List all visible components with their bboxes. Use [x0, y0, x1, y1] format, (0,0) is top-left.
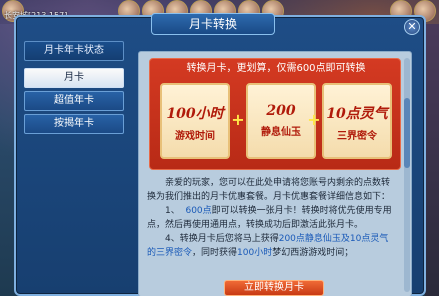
- sidebar-item-month-card[interactable]: 月卡: [24, 68, 124, 88]
- sidebar-item-mortgage-year-card[interactable]: 按揭年卡: [24, 114, 124, 134]
- item-prefix: 1、: [165, 206, 180, 216]
- reward-main: 10点灵气: [326, 106, 388, 122]
- window-title: 月卡转换: [151, 13, 275, 35]
- plus-icon: +: [307, 110, 321, 129]
- promo-banner: 转换月卡，更划算，仅需600点即可转换 100小时 游戏时间 + 200 静息仙…: [149, 58, 401, 170]
- sidebar-header: 月卡年卡状态: [24, 41, 124, 61]
- reward-sub: 静息仙玉: [261, 127, 301, 138]
- month-card-window: 月卡转换 ✕ 月卡年卡状态 月卡 超值年卡 按揭年卡 转换月卡，更划算，仅需60…: [14, 13, 426, 296]
- convert-month-card-button[interactable]: 立即转换月卡: [224, 280, 324, 296]
- description-intro: 亲爱的玩家，您可以在此处申请将您账号内剩余的点数转换为我们推出的月卡优惠套餐。月…: [147, 178, 391, 202]
- reward-sub: 游戏时间: [175, 131, 215, 142]
- reward-main: 200: [266, 103, 296, 119]
- banner-title: 转换月卡，更划算，仅需600点即可转换: [186, 63, 366, 74]
- item-text: 即可以转换一张月卡！转换时将优先使用专用点，然后再使用通用点，转换成功后即激活此…: [147, 206, 392, 230]
- content-panel: 转换月卡，更划算，仅需600点即可转换 100小时 游戏时间 + 200 静息仙…: [138, 51, 412, 296]
- close-icon[interactable]: ✕: [404, 19, 420, 35]
- description-text: 亲爱的玩家，您可以在此处申请将您账号内剩余的点数转换为我们推出的月卡优惠套餐。月…: [147, 176, 397, 260]
- reward-game-time: 100小时 游戏时间: [160, 83, 230, 159]
- scroll-thumb[interactable]: [404, 98, 410, 168]
- reward-sub: 三界密令: [337, 131, 377, 142]
- scrollbar[interactable]: [404, 58, 410, 292]
- sidebar-item-value-year-card[interactable]: 超值年卡: [24, 91, 124, 111]
- item-text: 梦幻西游游戏时间；: [272, 248, 354, 258]
- item-highlight: 100小时: [237, 248, 273, 258]
- side-panel: [425, 24, 439, 296]
- reward-token: 10点灵气 三界密令: [322, 83, 392, 159]
- item-highlight: 600点: [185, 206, 212, 216]
- description-item-1: 1、 600点即可以转换一张月卡！转换时将优先使用专用点，然后再使用通用点，转换…: [147, 204, 397, 232]
- reward-main: 100小时: [166, 106, 224, 122]
- description-item-2: 4、转换月卡后您将马上获得200点静息仙玉及10点灵气的三界密令，同时获得100…: [147, 232, 397, 260]
- item-prefix: 4、转换月卡后您将马上获得: [165, 234, 279, 244]
- item-text: ，同时获得: [192, 248, 238, 258]
- plus-icon: +: [231, 110, 245, 129]
- reward-jade: 200 静息仙玉: [246, 83, 316, 159]
